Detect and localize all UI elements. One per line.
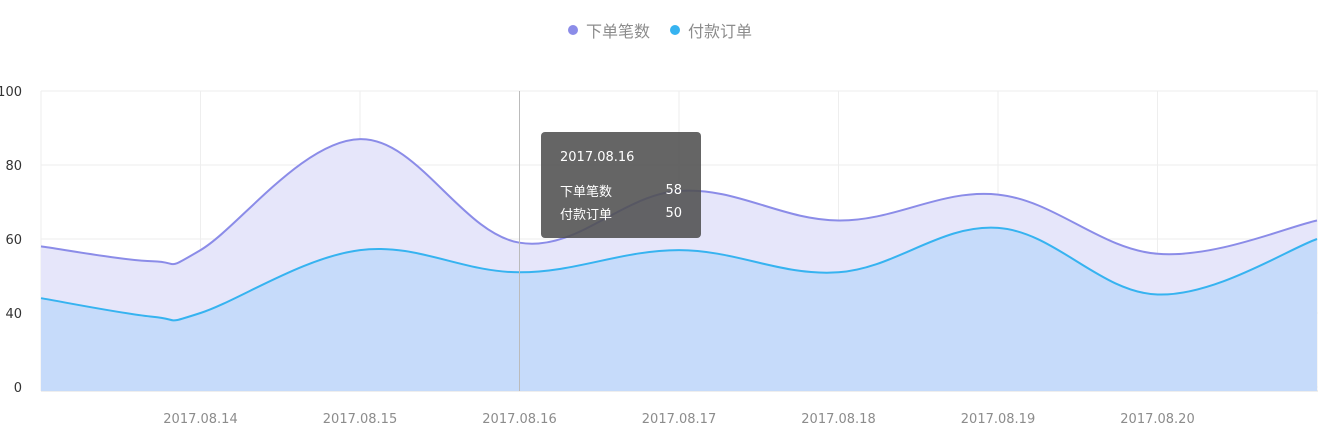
legend: 下单笔数 付款订单 (0, 18, 1320, 42)
tooltip-title: 2017.08.16 (560, 150, 635, 165)
legend-item-orders[interactable]: 下单笔数 (567, 18, 650, 42)
tooltip-label-paid: 付款订单 (560, 208, 613, 223)
tooltip: 2017.08.16 下单笔数 58 付款订单 50 (541, 132, 701, 238)
legend-marker-paid (670, 25, 680, 35)
x-tick-label: 2017.08.17 (642, 412, 716, 427)
tooltip-row-orders: 下单笔数 58 (560, 179, 682, 202)
legend-marker-orders (567, 25, 578, 35)
x-tick-label: 2017.08.15 (323, 412, 397, 427)
x-tick-label: 2017.08.16 (482, 412, 556, 427)
y-tick-label: 0 (14, 381, 22, 396)
y-tick-label: 40 (5, 307, 22, 322)
x-axis: 2017.08.14 2017.08.15 2017.08.16 2017.08.17… (163, 412, 1194, 427)
y-tick-label: 100 (0, 85, 22, 100)
legend-item-paid[interactable]: 付款订单 (670, 18, 752, 42)
legend-label-orders: 下单笔数 (585, 22, 650, 41)
x-tick-label: 2017.08.14 (163, 412, 237, 427)
x-tick-label: 2017.08.18 (801, 412, 875, 427)
tooltip-row-paid: 付款订单 50 (560, 202, 682, 225)
y-tick-label: 80 (5, 159, 22, 174)
legend-label-paid: 付款订单 (688, 22, 753, 41)
tooltip-value-orders: 58 (665, 183, 682, 198)
x-tick-label: 2017.08.19 (961, 412, 1035, 427)
x-tick-label: 2017.08.20 (1120, 412, 1194, 427)
y-axis: 0 40 60 80 100 (0, 85, 22, 396)
tooltip-value-paid: 50 (665, 206, 682, 221)
tooltip-label-orders: 下单笔数 (560, 185, 613, 200)
y-tick-label: 60 (5, 233, 22, 248)
